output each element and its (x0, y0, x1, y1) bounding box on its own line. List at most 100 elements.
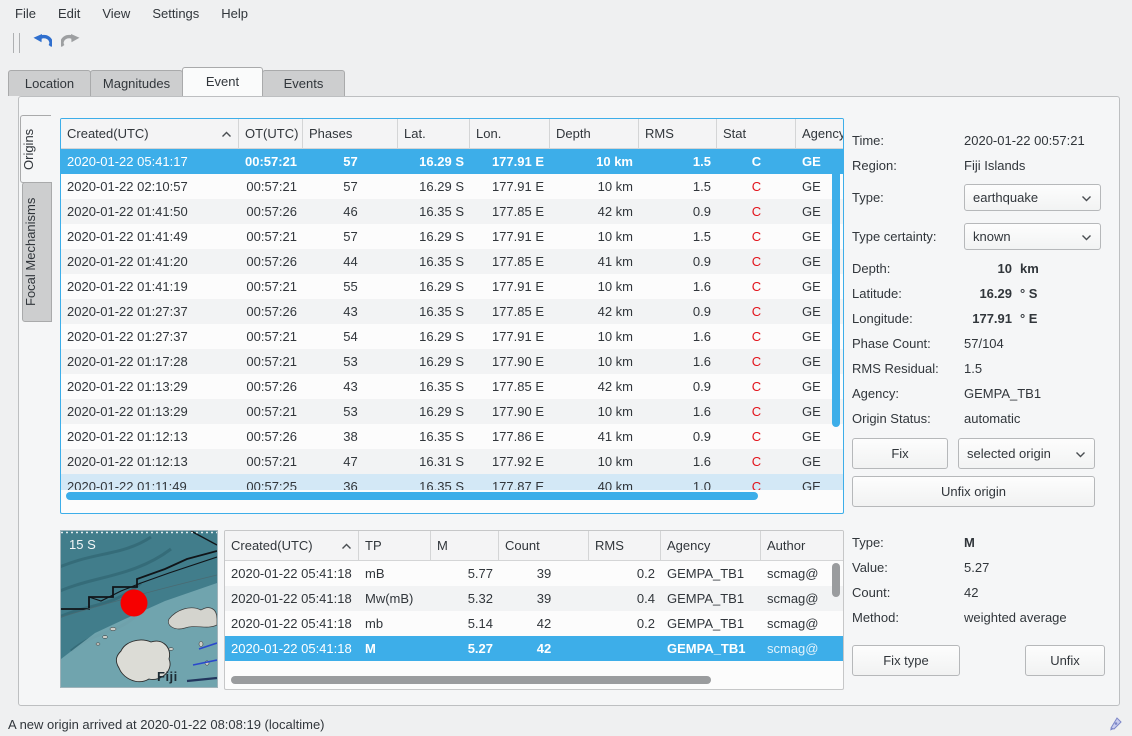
map-latitude-label: 15 S (69, 537, 96, 552)
table-row[interactable]: 2020-01-22 02:10:5700:57:2157 16.29 S177… (61, 174, 844, 199)
unfix-origin-button[interactable]: Unfix origin (852, 476, 1095, 507)
event-type-dropdown[interactable]: earthquake (964, 184, 1101, 211)
table-row[interactable]: 2020-01-22 05:41:18mB5.77 390.2GEMPA_TB1… (225, 561, 844, 586)
unfix-button[interactable]: Unfix (1025, 645, 1105, 676)
column-header-lat[interactable]: Lat. (398, 119, 470, 148)
fix-target-dropdown[interactable]: selected origin (958, 438, 1095, 469)
table-row[interactable]: 2020-01-22 01:11:4900:57:2536 16.35 S177… (61, 474, 844, 490)
chevron-down-icon (1075, 446, 1086, 461)
redo-icon (61, 34, 80, 52)
menu-help[interactable]: Help (210, 2, 259, 25)
menu-settings[interactable]: Settings (141, 2, 210, 25)
table-row[interactable]: 2020-01-22 01:17:2800:57:2153 16.29 S177… (61, 349, 844, 374)
column-header-created[interactable]: Created(UTC) (61, 119, 239, 148)
magnitudes-vertical-scrollbar[interactable] (830, 561, 842, 675)
phase-count-value: 57/104 (964, 336, 1105, 351)
region-label: Region: (852, 158, 964, 173)
table-row[interactable]: 2020-01-22 01:12:1300:57:2147 16.31 S177… (61, 449, 844, 474)
origins-table-body: 2020-01-22 05:41:1700:57:2157 16.29 S177… (61, 149, 844, 490)
magnitudes-table-body: 2020-01-22 05:41:18mB5.77 390.2GEMPA_TB1… (225, 561, 844, 662)
table-row[interactable]: 2020-01-22 01:41:1900:57:2155 16.29 S177… (61, 274, 844, 299)
undo-button[interactable] (28, 30, 56, 56)
scrollbar-thumb[interactable] (832, 563, 840, 597)
column-header-rms[interactable]: RMS (639, 119, 717, 148)
chevron-down-icon (1081, 229, 1092, 244)
main-tab-bar: Location Magnitudes Event Events (8, 68, 344, 96)
origins-table-header: Created(UTC) OT(UTC) Phases Lat. Lon. De… (61, 119, 843, 149)
scrollbar-thumb[interactable] (832, 151, 840, 427)
table-row[interactable]: 2020-01-22 01:41:4900:57:2157 16.29 S177… (61, 224, 844, 249)
location-map[interactable]: 15 S Fiji (60, 530, 218, 688)
tab-location[interactable]: Location (8, 70, 91, 96)
column-header-rms[interactable]: RMS (589, 531, 661, 560)
column-header-tp[interactable]: TP (359, 531, 431, 560)
table-row[interactable]: 2020-01-22 01:41:2000:57:2644 16.35 S177… (61, 249, 844, 274)
menu-view[interactable]: View (91, 2, 141, 25)
scrollbar-thumb[interactable] (231, 676, 711, 684)
depth-value: 10km (964, 261, 1105, 276)
redo-button[interactable] (56, 30, 84, 56)
time-label: Time: (852, 133, 964, 148)
table-row[interactable]: 2020-01-22 01:13:2900:57:2643 16.35 S177… (61, 374, 844, 399)
table-row[interactable]: 2020-01-22 01:27:3700:57:2154 16.29 S177… (61, 324, 844, 349)
mag-count-value: 42 (964, 585, 1105, 600)
table-row[interactable]: 2020-01-22 05:41:18Mw(mB)5.32 390.4GEMPA… (225, 586, 844, 611)
magnitudes-table-header: Created(UTC) TP M Count RMS Agency Autho… (225, 531, 843, 561)
column-header-author[interactable]: Author (761, 531, 844, 560)
column-header-agency[interactable]: Agency (661, 531, 761, 560)
fix-type-button[interactable]: Fix type (852, 645, 960, 676)
menu-file[interactable]: File (4, 2, 47, 25)
type-certainty-dropdown[interactable]: known (964, 223, 1101, 250)
column-header-created[interactable]: Created(UTC) (225, 531, 359, 560)
table-row[interactable]: 2020-01-22 05:41:18M5.27 42GEMPA_TB1 scm… (225, 636, 844, 661)
origins-horizontal-scrollbar[interactable] (61, 490, 843, 503)
magnitudes-table: Created(UTC) TP M Count RMS Agency Autho… (224, 530, 844, 690)
table-row[interactable]: 2020-01-22 01:27:3700:57:2643 16.35 S177… (61, 299, 844, 324)
mag-method-value: weighted average (964, 610, 1105, 625)
epicenter-marker (121, 590, 148, 617)
column-header-depth[interactable]: Depth (550, 119, 639, 148)
rms-residual-label: RMS Residual: (852, 361, 964, 376)
column-header-m[interactable]: M (431, 531, 499, 560)
type-certainty-label: Type certainty: (852, 229, 964, 244)
tab-event[interactable]: Event (182, 67, 263, 96)
table-row[interactable]: 2020-01-22 05:41:18mb5.14 420.2GEMPA_TB1… (225, 611, 844, 636)
column-header-ot[interactable]: OT(UTC) (239, 119, 303, 148)
type-label: Type: (852, 190, 964, 205)
side-tab-focal-mechanisms[interactable]: Focal Mechanisms (22, 182, 52, 322)
table-row[interactable]: 2020-01-22 05:41:1700:57:2157 16.29 S177… (61, 149, 844, 174)
undo-icon (33, 34, 52, 52)
status-bar: A new origin arrived at 2020-01-22 08:08… (0, 712, 1132, 736)
mag-method-label: Method: (852, 610, 964, 625)
rms-residual-value: 1.5 (964, 361, 1105, 376)
tab-magnitudes[interactable]: Magnitudes (90, 70, 183, 96)
column-header-lon[interactable]: Lon. (470, 119, 550, 148)
mag-value-label: Value: (852, 560, 964, 575)
toolbar-drag-handle[interactable] (13, 33, 20, 53)
column-header-phases[interactable]: Phases (303, 119, 398, 148)
latitude-label: Latitude: (852, 286, 964, 301)
origins-table: Created(UTC) OT(UTC) Phases Lat. Lon. De… (60, 118, 844, 514)
fix-button[interactable]: Fix (852, 438, 948, 469)
tab-events[interactable]: Events (262, 70, 345, 96)
origin-status-label: Origin Status: (852, 411, 964, 426)
table-row[interactable]: 2020-01-22 01:41:5000:57:2646 16.35 S177… (61, 199, 844, 224)
side-tab-origins[interactable]: Origins (20, 115, 51, 183)
status-message: A new origin arrived at 2020-01-22 08:08… (8, 717, 1107, 732)
mag-value: 5.27 (964, 560, 1105, 575)
pen-icon[interactable] (1107, 715, 1124, 734)
magnitude-info-panel: Type: M Value: 5.27 Count: 42 Method: we… (852, 530, 1105, 676)
column-header-stat[interactable]: Stat (717, 119, 796, 148)
origins-vertical-scrollbar[interactable] (830, 149, 842, 499)
scrollbar-thumb[interactable] (66, 492, 758, 500)
menu-edit[interactable]: Edit (47, 2, 91, 25)
table-row[interactable]: 2020-01-22 01:12:1300:57:2638 16.35 S177… (61, 424, 844, 449)
column-header-count[interactable]: Count (499, 531, 589, 560)
origin-info-panel: Time: 2020-01-22 00:57:21 Region: Fiji I… (852, 128, 1105, 507)
magnitudes-horizontal-scrollbar[interactable] (225, 674, 843, 687)
menu-bar: File Edit View Settings Help (0, 0, 1132, 26)
column-header-agency[interactable]: Agency (796, 119, 844, 148)
agency-label: Agency: (852, 386, 964, 401)
longitude-label: Longitude: (852, 311, 964, 326)
table-row[interactable]: 2020-01-22 01:13:2900:57:2153 16.29 S177… (61, 399, 844, 424)
